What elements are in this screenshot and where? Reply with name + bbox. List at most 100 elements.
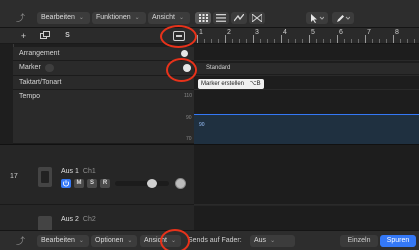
edit-menu[interactable]: Bearbeiten ⌄: [37, 12, 90, 24]
instrument-icon-detail: [41, 171, 49, 183]
volume-slider[interactable]: [115, 179, 169, 188]
track-header-2[interactable]: Aus 2 Ch2: [0, 206, 194, 231]
tempo-region: [194, 114, 419, 144]
pencil-tool-icon[interactable]: [332, 12, 354, 24]
signature-global-track[interactable]: Taktart/Tonart: [13, 76, 194, 90]
tempo-scale-mid: 90: [186, 115, 192, 121]
ruler-tick: [232, 39, 233, 43]
ruler-tick: [330, 39, 331, 43]
add-marker-tooltip: Marker erstellen ⌥B: [198, 79, 264, 89]
edit-menu-label: Bearbeiten: [41, 14, 75, 21]
pan-knob[interactable]: [175, 178, 186, 189]
tempo-scale-low: 70: [186, 136, 192, 142]
tempo-global-track[interactable]: Tempo 110 90 70: [13, 90, 194, 144]
solo-track-button[interactable]: S: [87, 179, 97, 188]
functions-menu[interactable]: Funktionen ⌄: [92, 12, 146, 24]
track-channel: Ch2: [82, 216, 96, 223]
ruler-tick: [316, 39, 317, 43]
mixer-edit-menu[interactable]: Bearbeiten ⌄: [37, 235, 89, 247]
tempo-current-value: 90: [199, 122, 205, 128]
duplicate-icon[interactable]: [38, 31, 51, 41]
solo-button[interactable]: S: [61, 31, 74, 41]
ruler-tick: [225, 35, 226, 43]
smart-control-icon[interactable]: [231, 12, 247, 24]
view-menu[interactable]: Ansicht ⌄: [148, 12, 190, 24]
tempo-line[interactable]: [194, 114, 419, 115]
bar-ruler[interactable]: 1 2 3 4 5 6 7 8: [194, 28, 419, 44]
ruler-tick: [379, 39, 380, 43]
ruler-tick: [211, 39, 212, 43]
view-tracks-label: Spuren: [386, 237, 410, 244]
mixer-options-menu[interactable]: Optionen ⌄: [91, 235, 137, 247]
mixer-edit-menu-label: Bearbeiten: [41, 237, 75, 244]
ruler-bar-5: 5: [311, 29, 315, 36]
ruler-tick: [337, 35, 338, 43]
list-icon[interactable]: [213, 12, 229, 24]
sends-on-fader-select[interactable]: Aus ⌄: [250, 235, 295, 247]
marker-lane[interactable]: Standard: [194, 61, 419, 76]
view-single-label: Einzeln: [347, 237, 371, 244]
volume-slider-knob[interactable]: [147, 179, 157, 188]
ruler-tick: [246, 39, 247, 43]
track-lane-2[interactable]: [194, 206, 419, 231]
ruler-tick: [267, 39, 268, 43]
arrangement-lane[interactable]: [194, 44, 419, 61]
plus-icon[interactable]: +: [17, 31, 30, 41]
annotation-circle-add-marker-icon: [160, 25, 197, 48]
mixer-toolbar: ⤴ Bearbeiten ⌄ Optionen ⌄ Ansicht ⌄ Sends a…: [0, 230, 419, 250]
tempo-scale-high: 110: [184, 93, 192, 99]
ruler-tick: [281, 35, 282, 43]
mixer-options-menu-label: Optionen: [95, 237, 124, 244]
ruler-tick: [197, 35, 198, 43]
track-name: Aus 2 Ch2: [61, 216, 96, 223]
standard-marker-label: Standard: [206, 65, 231, 71]
chevron-down-icon: ⌄: [78, 15, 84, 21]
ruler-bar-6: 6: [339, 29, 343, 36]
track-name: Aus 1 Ch1: [61, 168, 96, 175]
functions-menu-label: Funktionen: [96, 14, 131, 21]
marker-label: Marker: [19, 64, 41, 71]
ruler-tick: [204, 39, 205, 43]
ruler-tick: [365, 35, 366, 43]
arrangement-global-track[interactable]: Arrangement: [13, 47, 194, 61]
track-number: 17: [10, 173, 18, 180]
standard-marker[interactable]: Standard: [196, 63, 419, 74]
ruler-tick: [239, 39, 240, 43]
ruler-bar-3: 3: [255, 29, 259, 36]
ruler-bar-8: 8: [395, 29, 399, 36]
ruler-tick: [218, 39, 219, 43]
tempo-lane[interactable]: 90: [194, 90, 419, 144]
ruler-tick: [288, 39, 289, 43]
signature-label: Taktart/Tonart: [19, 79, 62, 86]
ruler-tick: [274, 39, 275, 43]
ruler-bar-2: 2: [227, 29, 231, 36]
ruler-tick: [414, 39, 415, 43]
record-button[interactable]: R: [100, 179, 110, 188]
ruler-tick: [386, 39, 387, 43]
instrument-icon: [38, 167, 52, 187]
marker-options-icon[interactable]: [45, 64, 54, 72]
track-header-1[interactable]: 17 Aus 1 Ch1 M S R: [0, 145, 194, 205]
ruler-tick: [295, 39, 296, 43]
add-arrangement-icon[interactable]: [181, 50, 188, 57]
ruler-tick: [260, 39, 261, 43]
power-icon[interactable]: [61, 179, 71, 188]
track-lane-1[interactable]: [194, 145, 419, 205]
view-single-button[interactable]: Einzeln: [340, 235, 378, 247]
ruler-tick: [344, 39, 345, 43]
chevron-down-icon: ⌄: [178, 15, 184, 21]
chevron-down-icon: ⌄: [270, 238, 276, 244]
ruler-tick: [400, 39, 401, 43]
ruler-tick: [393, 35, 394, 43]
tempo-label: Tempo: [19, 93, 41, 100]
track-name-text: Aus 1: [61, 168, 79, 175]
flex-icon[interactable]: [249, 12, 265, 24]
grid-icon[interactable]: [195, 12, 211, 24]
view-tracks-button[interactable]: Spuren: [380, 235, 416, 247]
local-toolbar: ⤴ Bearbeiten ⌄ Funktionen ⌄ Ansicht ⌄: [0, 0, 419, 28]
ruler-tick: [302, 39, 303, 43]
mute-button[interactable]: M: [74, 179, 84, 188]
back-arrow-icon[interactable]: ⤴: [16, 235, 28, 247]
back-arrow-icon[interactable]: ⤴: [16, 12, 28, 24]
pointer-tool-icon[interactable]: [306, 12, 328, 24]
